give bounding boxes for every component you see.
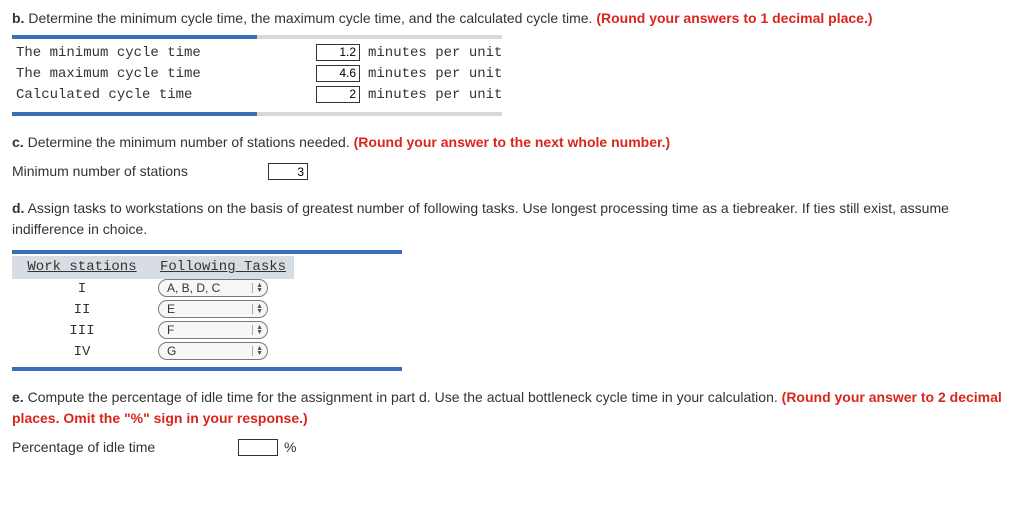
min-stations-input[interactable] bbox=[268, 163, 308, 180]
ws-label: II bbox=[12, 300, 152, 321]
table-row: III F ▲▼ bbox=[12, 321, 294, 342]
label-c: c. bbox=[12, 134, 24, 150]
ws-label: I bbox=[12, 279, 152, 300]
label-e: e. bbox=[12, 389, 24, 405]
min-stations-label: Minimum number of stations bbox=[12, 161, 262, 182]
text-e: Compute the percentage of idle time for … bbox=[28, 389, 778, 405]
select-value: F bbox=[167, 321, 174, 339]
min-cycle-input[interactable] bbox=[316, 44, 360, 61]
table-row: I A, B, D, C ▲▼ bbox=[12, 279, 294, 300]
label-b: b. bbox=[12, 10, 24, 26]
question-d-prompt: d. Assign tasks to workstations on the b… bbox=[12, 198, 1012, 240]
ws-label: IV bbox=[12, 342, 152, 363]
note-c: (Round your answer to the next whole num… bbox=[354, 134, 671, 150]
cycle-time-table: The minimum cycle time minutes per unit … bbox=[12, 43, 506, 106]
divider-d-bottom bbox=[12, 367, 402, 371]
tasks-select-2[interactable]: E ▲▼ bbox=[158, 300, 268, 318]
select-value: G bbox=[167, 342, 176, 360]
divider-d-top bbox=[12, 250, 402, 254]
table-row: The maximum cycle time minutes per unit bbox=[12, 64, 506, 85]
question-b: b. Determine the minimum cycle time, the… bbox=[12, 8, 1012, 116]
tasks-select-3[interactable]: F ▲▼ bbox=[158, 321, 268, 339]
question-d: d. Assign tasks to workstations on the b… bbox=[12, 198, 1012, 371]
workstation-table: Work stations Following Tasks I A, B, D,… bbox=[12, 256, 294, 363]
idle-time-row: Percentage of idle time % bbox=[12, 437, 1012, 458]
select-value: A, B, D, C bbox=[167, 279, 220, 297]
stepper-icon: ▲▼ bbox=[252, 304, 263, 314]
min-stations-row: Minimum number of stations bbox=[12, 161, 1012, 182]
question-e: e. Compute the percentage of idle time f… bbox=[12, 387, 1012, 458]
tasks-select-1[interactable]: A, B, D, C ▲▼ bbox=[158, 279, 268, 297]
question-c: c. Determine the minimum number of stati… bbox=[12, 132, 1012, 182]
row-unit: minutes per unit bbox=[364, 43, 506, 64]
divider-b-bottom bbox=[12, 112, 502, 116]
table-row: Calculated cycle time minutes per unit bbox=[12, 85, 506, 106]
header-workstations: Work stations bbox=[12, 256, 152, 279]
row-unit: minutes per unit bbox=[364, 64, 506, 85]
question-c-prompt: c. Determine the minimum number of stati… bbox=[12, 132, 1012, 153]
idle-time-label: Percentage of idle time bbox=[12, 437, 232, 458]
tasks-select-4[interactable]: G ▲▼ bbox=[158, 342, 268, 360]
table-row: II E ▲▼ bbox=[12, 300, 294, 321]
stepper-icon: ▲▼ bbox=[252, 283, 263, 293]
text-b: Determine the minimum cycle time, the ma… bbox=[28, 10, 592, 26]
select-value: E bbox=[167, 300, 175, 318]
stepper-icon: ▲▼ bbox=[252, 325, 263, 335]
ws-label: III bbox=[12, 321, 152, 342]
calc-cycle-input[interactable] bbox=[316, 86, 360, 103]
text-c: Determine the minimum number of stations… bbox=[28, 134, 350, 150]
table-row: The minimum cycle time minutes per unit bbox=[12, 43, 506, 64]
table-header-row: Work stations Following Tasks bbox=[12, 256, 294, 279]
stepper-icon: ▲▼ bbox=[252, 346, 263, 356]
percent-label: % bbox=[284, 437, 296, 458]
row-label: The minimum cycle time bbox=[12, 43, 312, 64]
idle-time-input[interactable] bbox=[238, 439, 278, 456]
note-b: (Round your answers to 1 decimal place.) bbox=[596, 10, 872, 26]
question-b-prompt: b. Determine the minimum cycle time, the… bbox=[12, 8, 1012, 29]
row-unit: minutes per unit bbox=[364, 85, 506, 106]
label-d: d. bbox=[12, 200, 24, 216]
row-label: The maximum cycle time bbox=[12, 64, 312, 85]
question-e-prompt: e. Compute the percentage of idle time f… bbox=[12, 387, 1012, 429]
header-following-tasks: Following Tasks bbox=[152, 256, 294, 279]
row-label: Calculated cycle time bbox=[12, 85, 312, 106]
text-d: Assign tasks to workstations on the basi… bbox=[12, 200, 949, 237]
max-cycle-input[interactable] bbox=[316, 65, 360, 82]
table-row: IV G ▲▼ bbox=[12, 342, 294, 363]
divider-b-top bbox=[12, 35, 502, 39]
